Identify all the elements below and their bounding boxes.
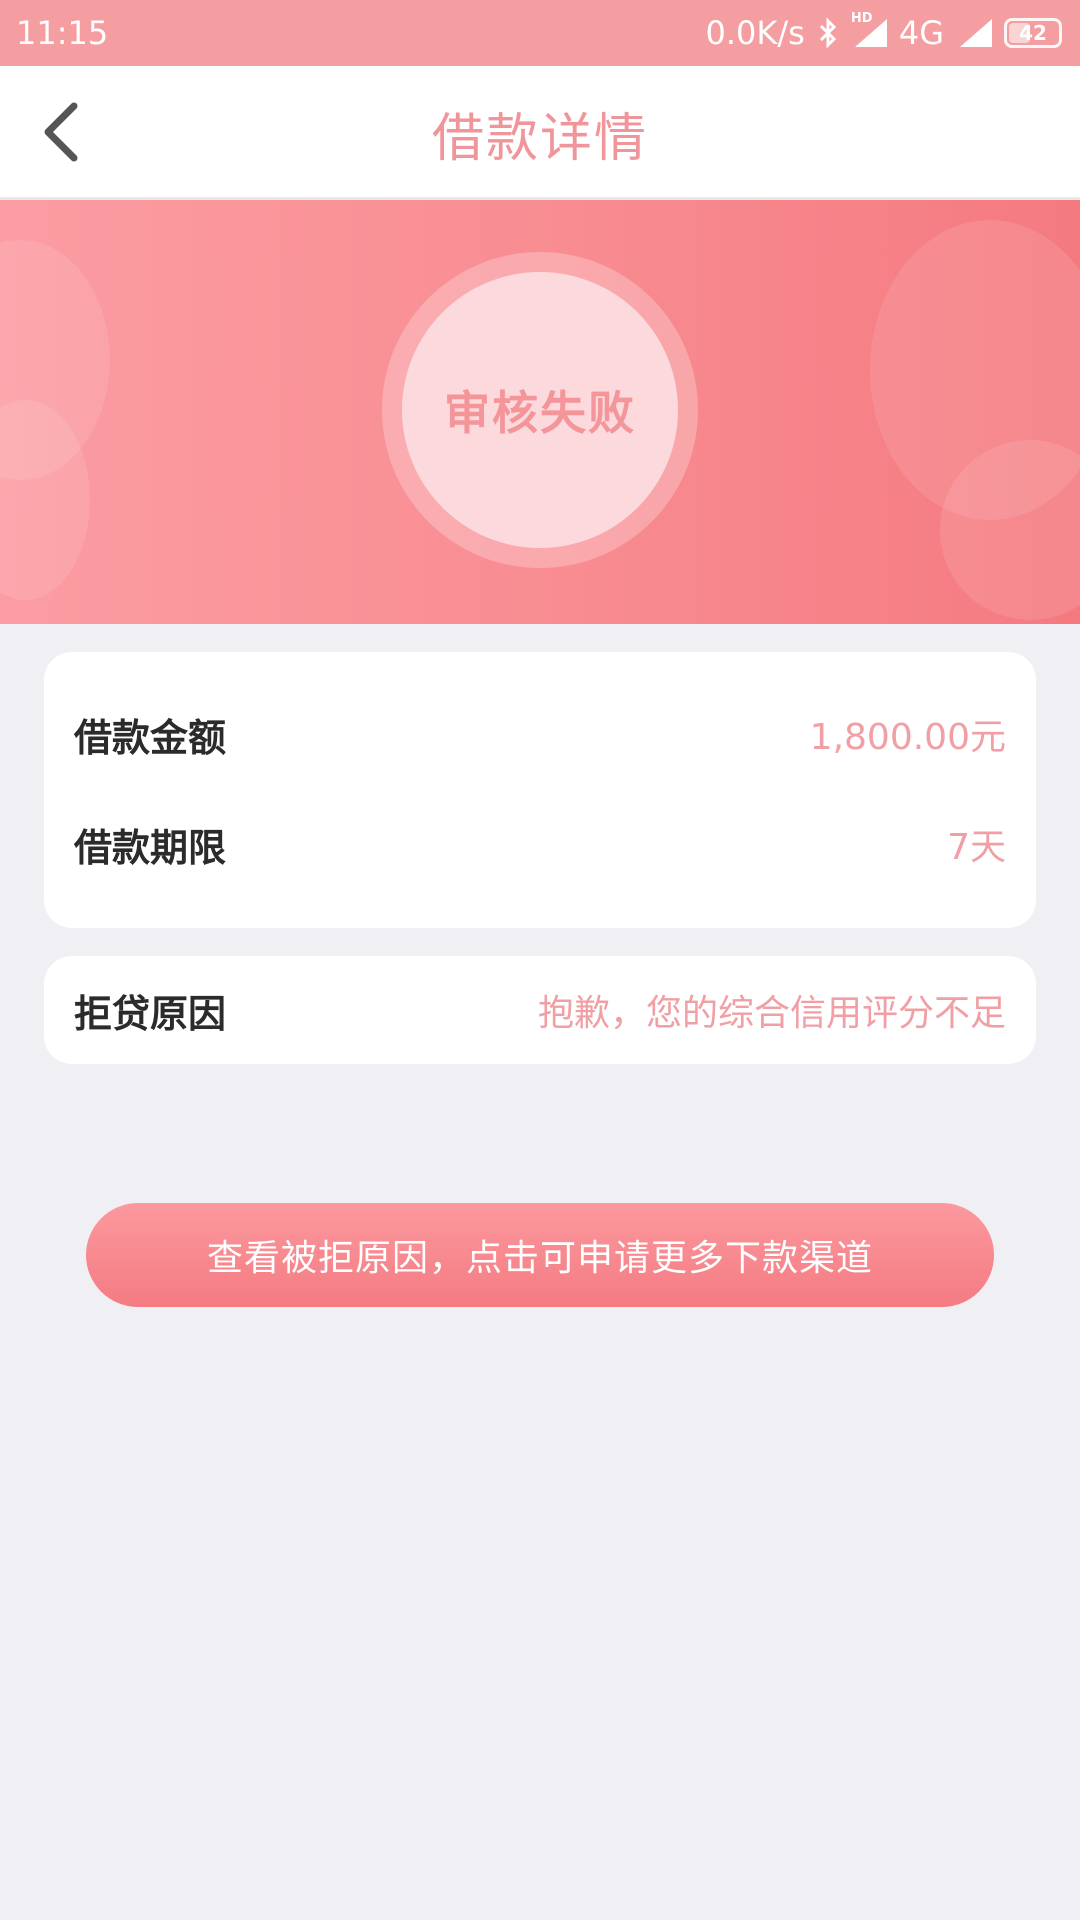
rejection-reason-card: 拒贷原因 抱歉，您的综合信用评分不足 xyxy=(44,956,1036,1064)
loan-amount-row: 借款金额 1,800.00元 xyxy=(74,704,1006,764)
loan-details-card: 借款金额 1,800.00元 借款期限 7天 xyxy=(44,652,1036,928)
nav-bar: 借款详情 xyxy=(0,66,1080,200)
chevron-left-icon xyxy=(38,100,82,168)
status-time: 11:15 xyxy=(16,14,109,52)
status-banner: 审核失败 xyxy=(0,200,1080,624)
rejection-reason-label: 拒贷原因 xyxy=(74,991,227,1036)
battery-icon: 42 xyxy=(1004,18,1062,48)
loan-amount-value: 1,800.00元 xyxy=(809,717,1006,758)
back-button[interactable] xyxy=(20,94,100,174)
rejection-reason-row: 拒贷原因 抱歉，您的综合信用评分不足 xyxy=(74,980,1006,1040)
status-indicators: 0.0K/s HD 4G 42 xyxy=(705,11,1062,52)
bluetooth-icon xyxy=(817,17,839,49)
view-more-channels-button[interactable]: 查看被拒原因，点击可申请更多下款渠道 xyxy=(86,1203,994,1307)
loan-term-row: 借款期限 7天 xyxy=(74,814,1006,874)
rejection-reason-value: 抱歉，您的综合信用评分不足 xyxy=(537,993,1006,1034)
hd-label: HD xyxy=(850,11,873,26)
review-status-badge: 审核失败 xyxy=(402,272,678,548)
signal-icon xyxy=(956,17,992,49)
loan-term-value: 7天 xyxy=(947,827,1006,868)
battery-level: 42 xyxy=(1019,21,1047,45)
status-bar: 11:15 0.0K/s HD 4G 42 xyxy=(0,0,1080,66)
loan-term-label: 借款期限 xyxy=(74,825,227,870)
loan-amount-label: 借款金额 xyxy=(74,715,227,760)
hd-signal-icon: HD xyxy=(851,11,887,49)
page-title: 借款详情 xyxy=(431,108,648,169)
network-speed: 0.0K/s xyxy=(705,14,805,52)
network-type: 4G xyxy=(898,14,944,52)
